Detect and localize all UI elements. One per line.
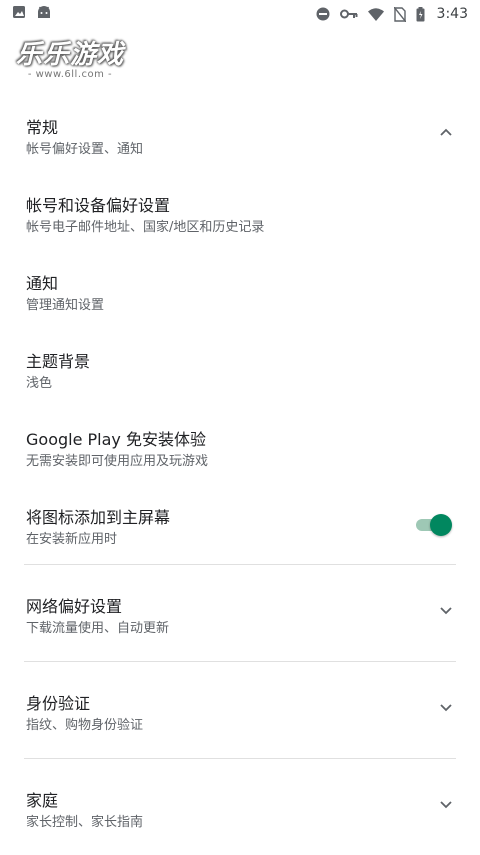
section-title: 身份验证 xyxy=(26,694,91,713)
add-icon-toggle[interactable] xyxy=(416,514,452,536)
section-family-header[interactable]: 家庭 家长控制、家长指南 xyxy=(0,759,480,855)
watermark: 乐乐游戏 - www.6ll.com - xyxy=(10,34,130,80)
toggle-knob xyxy=(430,514,452,536)
setting-title: Google Play 免安装体验 xyxy=(26,430,206,449)
section-general-header[interactable]: 常规 帐号偏好设置、通知 xyxy=(0,96,480,174)
setting-subtitle: 浅色 xyxy=(26,376,53,391)
section-title: 家庭 xyxy=(26,791,59,810)
chevron-down-icon[interactable] xyxy=(438,797,454,813)
chevron-down-icon[interactable] xyxy=(438,603,454,619)
android-icon xyxy=(36,5,52,23)
no-sim-icon xyxy=(393,6,406,22)
section-network-header[interactable]: 网络偏好设置 下载流量使用、自动更新 xyxy=(0,565,480,661)
battery-icon xyxy=(416,6,425,22)
setting-title: 帐号和设备偏好设置 xyxy=(26,196,171,215)
setting-title: 主题背景 xyxy=(26,352,91,371)
clock: 3:43 xyxy=(436,6,468,22)
setting-account-device-prefs[interactable]: 帐号和设备偏好设置 帐号电子邮件地址、国家/地区和历史记录 xyxy=(0,174,480,252)
do-not-disturb-icon xyxy=(316,7,330,21)
setting-instant-apps[interactable]: Google Play 免安装体验 无需安装即可使用应用及玩游戏 xyxy=(0,408,480,486)
setting-title: 将图标添加到主屏幕 xyxy=(26,508,171,527)
section-subtitle: 下载流量使用、自动更新 xyxy=(26,621,170,636)
section-subtitle: 指纹、购物身份验证 xyxy=(26,718,144,733)
wifi-icon xyxy=(367,7,384,21)
setting-add-icon-home-screen[interactable]: 将图标添加到主屏幕 在安装新应用时 xyxy=(0,486,480,564)
section-subtitle: 家长控制、家长指南 xyxy=(26,815,144,830)
status-bar-right: 3:43 xyxy=(316,6,468,22)
setting-subtitle: 无需安装即可使用应用及玩游戏 xyxy=(26,454,209,469)
section-subtitle: 帐号偏好设置、通知 xyxy=(26,142,144,157)
setting-theme[interactable]: 主题背景 浅色 xyxy=(0,330,480,408)
setting-notifications[interactable]: 通知 管理通知设置 xyxy=(0,252,480,330)
watermark-url: - www.6ll.com - xyxy=(27,69,113,80)
section-title: 网络偏好设置 xyxy=(26,597,123,616)
section-title: 常规 xyxy=(26,118,59,137)
setting-subtitle: 在安装新应用时 xyxy=(26,532,118,547)
vpn-key-icon xyxy=(339,8,358,20)
watermark-logo: 乐乐游戏 xyxy=(15,40,124,70)
setting-subtitle: 帐号电子邮件地址、国家/地区和历史记录 xyxy=(26,220,265,235)
status-bar-left xyxy=(12,5,52,23)
status-bar: 3:43 xyxy=(0,0,480,28)
image-icon xyxy=(12,5,26,23)
setting-subtitle: 管理通知设置 xyxy=(26,298,105,313)
chevron-up-icon[interactable] xyxy=(438,124,454,140)
settings-list: 常规 帐号偏好设置、通知 帐号和设备偏好设置 帐号电子邮件地址、国家/地区和历史… xyxy=(0,96,480,855)
setting-title: 通知 xyxy=(26,274,59,293)
chevron-down-icon[interactable] xyxy=(438,700,454,716)
section-auth-header[interactable]: 身份验证 指纹、购物身份验证 xyxy=(0,662,480,758)
